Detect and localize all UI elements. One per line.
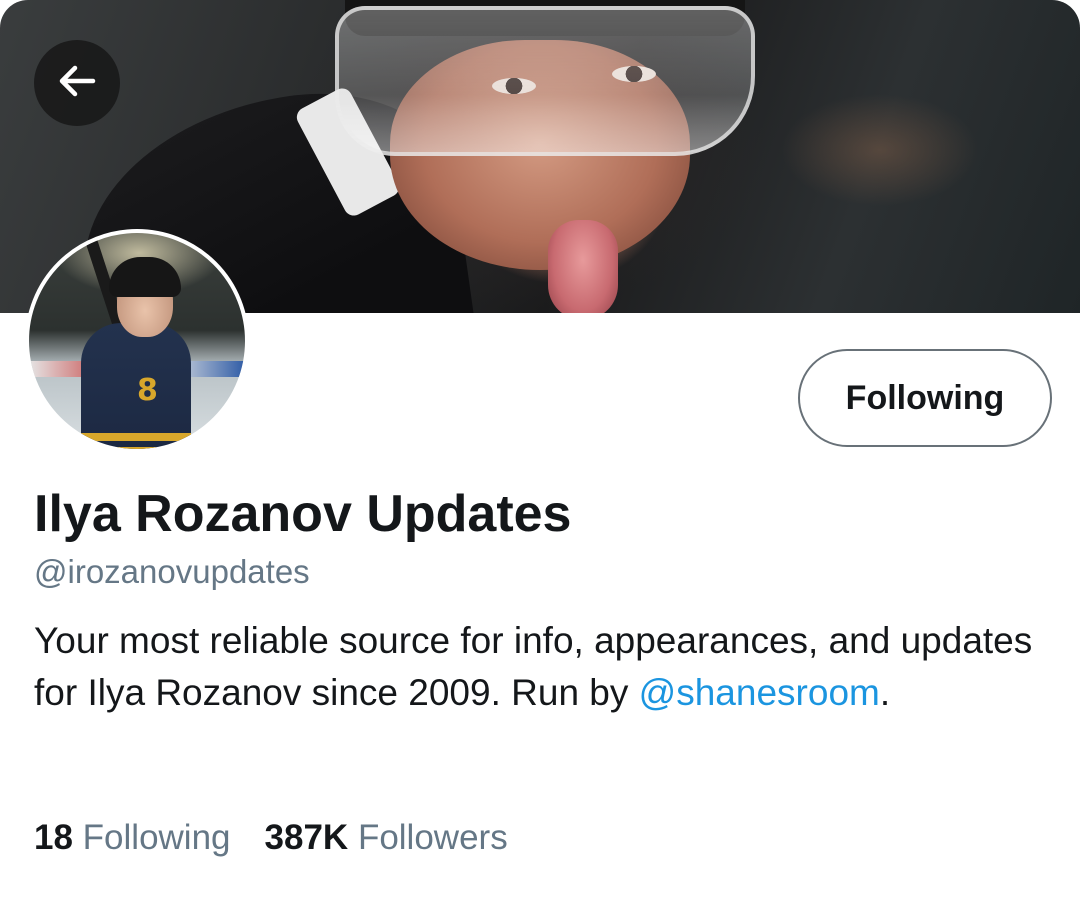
bio-mention-link[interactable]: @shanesroom [639,672,880,713]
display-name: Ilya Rozanov Updates [34,485,572,543]
profile-page: 8 Following Ilya Rozanov Updates @irozan… [0,0,1080,899]
profile-bio: Your most reliable source for info, appe… [34,615,1044,719]
following-count: 18 [34,818,73,857]
followers-label: Followers [357,818,508,857]
followers-count: 387K [264,818,349,857]
profile-stats: 18 Following 387K Followers [34,816,508,860]
avatar-jersey-number: 8 [137,373,158,408]
avatar-helmet [109,257,181,297]
avatar-jersey-stripe [81,433,191,441]
user-handle: @irozanovupdates [34,553,310,590]
followers-stat[interactable]: 387K Followers [265,816,508,860]
back-button[interactable] [34,40,120,126]
following-button[interactable]: Following [798,349,1052,447]
following-stat[interactable]: 18 Following [34,816,231,860]
banner-visor-shape [335,6,755,156]
avatar-jersey-stripe [81,447,191,449]
following-label: Following [82,818,231,857]
banner-tongue-shape [548,220,618,313]
arrow-left-icon [53,57,101,110]
profile-avatar[interactable]: 8 [25,229,249,453]
bio-end: . [879,672,891,713]
